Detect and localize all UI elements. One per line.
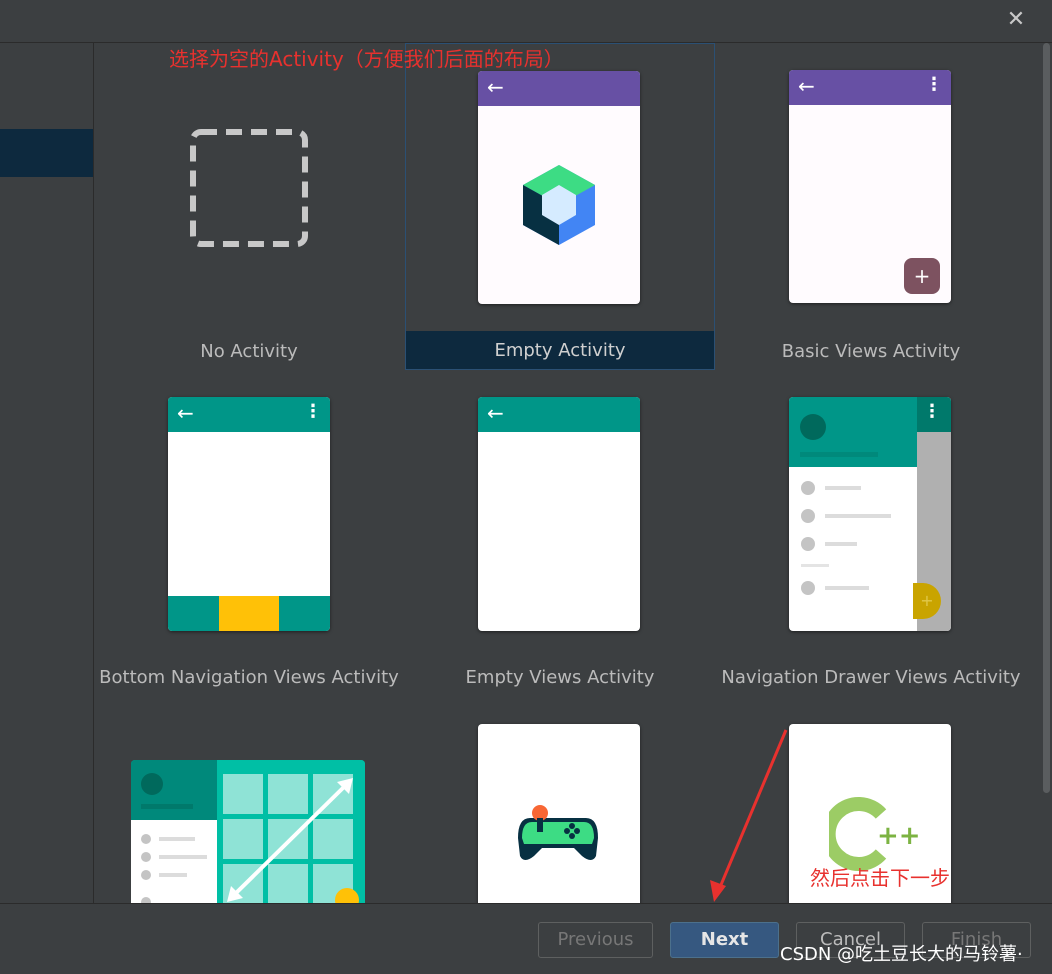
cpp-logo-icon: ++ [829, 797, 919, 871]
vertical-scrollbar[interactable] [1041, 43, 1052, 903]
fab-icon: + [904, 258, 940, 294]
next-button[interactable]: Next [670, 922, 779, 958]
template-empty-activity[interactable]: ← Empty Activity [405, 43, 715, 370]
compose-logo-icon [523, 165, 595, 245]
gamepad-icon [518, 805, 598, 860]
back-arrow-icon: ← [798, 74, 815, 98]
template-label: No Activity [200, 341, 298, 362]
annotation-top: 选择为空的Activity（方便我们后面的布局） [169, 47, 564, 71]
scrollbar-thumb[interactable] [1043, 43, 1050, 793]
dialog-titlebar: ✕ [0, 0, 1052, 43]
avatar [800, 414, 826, 440]
back-arrow-icon: ← [177, 401, 194, 425]
app-bar: ← ⋮ [789, 70, 951, 105]
back-arrow-icon: ← [487, 75, 504, 99]
app-bar: ← [478, 71, 640, 106]
template-label: Navigation Drawer Views Activity [721, 667, 1021, 688]
template-game-activity[interactable] [478, 724, 640, 903]
app-bar: ⋮ [917, 397, 951, 432]
app-bar: ← ⋮ [168, 397, 330, 432]
phone-preview: ← [478, 397, 640, 631]
template-label: Bottom Navigation Views Activity [99, 667, 399, 688]
template-label: Empty Views Activity [465, 667, 655, 688]
fab-icon: + [913, 583, 941, 619]
template-label: Basic Views Activity [781, 341, 961, 362]
app-bar: ← [478, 397, 640, 432]
bottom-nav-bar [168, 596, 330, 631]
overflow-menu-icon: ⋮ [304, 401, 322, 422]
template-bottom-navigation-views-activity[interactable]: ← ⋮ Bottom Navigation Views Activity [94, 383, 404, 703]
template-grid: No Activity ← Empty Activity ← ⋮ + Basic… [94, 43, 1040, 903]
template-basic-views-activity[interactable]: ← ⋮ + Basic Views Activity [716, 43, 1026, 369]
phone-preview: ⋮ + [789, 397, 951, 631]
overflow-menu-icon: ⋮ [923, 401, 941, 422]
svg-text:++: ++ [877, 821, 919, 851]
watermark: CSDN @吃土豆长大的马铃薯· [780, 944, 1023, 965]
drawer-scrim: ⋮ + [913, 397, 951, 631]
drawer-header [789, 397, 917, 467]
sidebar [0, 43, 94, 903]
header-line [800, 452, 878, 457]
template-empty-views-activity[interactable]: ← Empty Views Activity [405, 383, 715, 703]
overflow-menu-icon: ⋮ [925, 74, 943, 95]
annotation-arrow-icon [710, 729, 788, 902]
sidebar-item-selected[interactable] [0, 129, 93, 177]
template-navigation-drawer-views-activity[interactable]: ⋮ + Navigation Drawer Views Activity [716, 383, 1026, 703]
close-icon[interactable]: ✕ [1004, 8, 1028, 32]
template-label: Empty Activity [494, 340, 626, 361]
template-responsive-views-activity[interactable] [131, 760, 367, 903]
previous-button[interactable]: Previous [538, 922, 653, 958]
phone-preview: ← [478, 71, 640, 304]
annotation-bottom: 然后点击下一步 [810, 866, 950, 890]
tablet-preview [131, 760, 365, 903]
template-no-activity[interactable]: No Activity [104, 43, 394, 369]
back-arrow-icon: ← [487, 401, 504, 425]
grid-resize-icon [217, 760, 365, 903]
phone-preview [478, 724, 640, 903]
bottom-nav-selected [219, 596, 279, 631]
empty-dashed-icon [190, 129, 308, 247]
phone-preview: ← ⋮ + [789, 70, 951, 303]
phone-preview: ← ⋮ [168, 397, 330, 631]
